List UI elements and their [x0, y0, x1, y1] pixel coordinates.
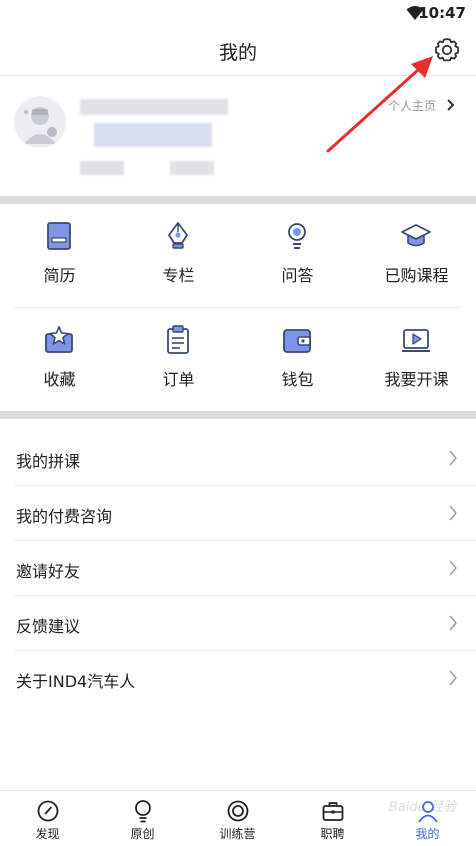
feature-grid-row: 简历 专栏 问答 已购课程 — [0, 204, 476, 308]
graduation-cap-icon — [401, 224, 431, 247]
grid-item-label: 我要开课 — [384, 370, 449, 389]
tab-mine[interactable]: 我的 — [380, 791, 475, 846]
pen-nib-icon — [168, 222, 188, 249]
tab-label: 职聘 — [320, 827, 345, 841]
wallet-icon — [283, 329, 311, 353]
grid-item-purchased-courses[interactable]: 已购课程 — [357, 204, 476, 308]
chevron-right-icon — [449, 560, 457, 576]
briefcase-icon — [322, 802, 344, 821]
resume-icon — [47, 222, 71, 250]
status-bar: 10:47 — [0, 0, 476, 26]
feature-grid: 简历 专栏 问答 已购课程 收藏 订单 钱包 我要开课 — [0, 204, 476, 410]
grid-item-resume[interactable]: 简历 — [0, 204, 119, 308]
target-icon — [227, 800, 249, 822]
lightbulb-icon — [135, 800, 151, 823]
menu-item-label: 反馈建议 — [16, 617, 81, 636]
menu-item-label: 我的付费咨询 — [16, 507, 113, 526]
homepage-link[interactable]: 个人主页 — [388, 97, 436, 114]
tab-training-camp[interactable]: 训练营 — [190, 791, 285, 846]
tab-label: 原创 — [130, 827, 155, 841]
status-time: 10:47 — [418, 4, 466, 22]
menu-item-feedback[interactable]: 反馈建议 — [14, 596, 476, 651]
grid-item-qa[interactable]: 问答 — [238, 204, 357, 308]
tab-jobs[interactable]: 职聘 — [285, 791, 380, 846]
chevron-right-icon — [447, 99, 455, 111]
grid-item-column[interactable]: 专栏 — [119, 204, 238, 308]
grid-item-favorites[interactable]: 收藏 — [0, 308, 119, 412]
grid-item-label: 订单 — [162, 370, 195, 389]
stat-redacted-1 — [80, 161, 124, 175]
avatar-icon — [24, 107, 57, 144]
tab-label: 训练营 — [219, 827, 256, 841]
chevron-right-icon — [449, 615, 457, 631]
star-box-icon — [45, 326, 73, 353]
stat-redacted-2 — [170, 161, 214, 175]
page-title: 我的 — [218, 42, 257, 64]
bottom-tab-bar: 发现 原创 训练营 职聘 我的 — [0, 790, 476, 846]
chevron-right-icon — [449, 450, 457, 466]
grid-item-start-course[interactable]: 我要开课 — [357, 308, 476, 412]
menu-list: 我的拼课 我的付费咨询 邀请好友 反馈建议 关于IND4汽车人 — [0, 431, 476, 706]
menu-item-group-courses[interactable]: 我的拼课 — [14, 431, 476, 486]
feature-grid-row: 收藏 订单 钱包 我要开课 — [0, 308, 476, 412]
clipboard-icon — [167, 325, 189, 354]
tab-original[interactable]: 原创 — [95, 791, 190, 846]
grid-item-orders[interactable]: 订单 — [119, 308, 238, 412]
menu-item-invite-friends[interactable]: 邀请好友 — [14, 541, 476, 596]
settings-button[interactable] — [432, 35, 462, 65]
bio-redacted — [94, 123, 212, 147]
chevron-right-icon — [449, 505, 457, 521]
username-redacted — [80, 99, 228, 115]
profile-card[interactable]: 个人主页 — [0, 77, 476, 195]
header: 我的 — [0, 26, 476, 76]
person-icon — [418, 801, 438, 823]
chevron-right-icon — [449, 670, 457, 686]
menu-item-label: 邀请好友 — [16, 562, 81, 581]
section-divider — [0, 196, 476, 204]
tab-label: 发现 — [35, 827, 60, 841]
video-screen-icon — [402, 329, 430, 352]
gear-icon — [435, 38, 459, 62]
grid-item-wallet[interactable]: 钱包 — [238, 308, 357, 412]
grid-item-label: 问答 — [281, 266, 314, 285]
avatar[interactable] — [14, 96, 66, 148]
menu-item-paid-consultation[interactable]: 我的付费咨询 — [14, 486, 476, 541]
grid-item-label: 专栏 — [162, 266, 195, 285]
grid-item-label: 钱包 — [281, 370, 314, 389]
section-divider — [0, 411, 476, 419]
menu-item-label: 我的拼课 — [16, 452, 81, 471]
grid-item-label: 已购课程 — [384, 266, 449, 285]
grid-item-label: 简历 — [43, 266, 76, 285]
menu-item-about[interactable]: 关于IND4汽车人 — [14, 651, 476, 706]
tab-label: 我的 — [415, 827, 440, 841]
grid-item-label: 收藏 — [43, 370, 76, 389]
tab-discover[interactable]: 发现 — [0, 791, 95, 846]
lightbulb-icon — [288, 223, 306, 249]
compass-icon — [37, 800, 59, 822]
menu-item-label: 关于IND4汽车人 — [16, 672, 136, 691]
